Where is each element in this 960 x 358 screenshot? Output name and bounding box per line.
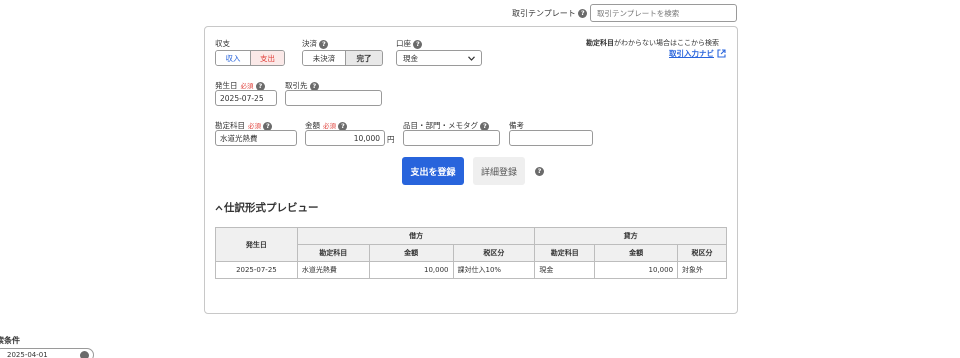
settlement-label: 決済 bbox=[302, 39, 317, 48]
cell-credit-tax: 対象外 bbox=[677, 261, 727, 279]
hint-text: がわからない場合はここから検索 bbox=[614, 39, 719, 47]
account-item-input[interactable]: 水道光熱費 bbox=[215, 130, 297, 146]
header-date: 発生日 bbox=[215, 227, 298, 262]
header-credit-account: 勘定科目 bbox=[534, 244, 596, 262]
amount-input[interactable]: 10,000 bbox=[305, 130, 385, 146]
account-label-group: 口座 ? bbox=[396, 38, 423, 49]
navi-link-group: 取引入力ナビ bbox=[669, 48, 726, 59]
expense-option[interactable]: 支出 bbox=[249, 51, 284, 65]
close-icon[interactable] bbox=[80, 351, 89, 358]
chevron-up-icon bbox=[215, 205, 223, 211]
account-label: 口座 bbox=[396, 39, 411, 48]
header-debit: 借方 bbox=[296, 227, 536, 245]
navi-link[interactable]: 取引入力ナビ bbox=[669, 49, 714, 58]
memo-input[interactable] bbox=[509, 130, 593, 146]
header-debit-tax: 税区分 bbox=[452, 244, 536, 262]
detail-register-button[interactable]: 詳細登録 bbox=[473, 157, 525, 185]
settlement-toggle: 未決済 完了 bbox=[302, 50, 383, 66]
header-credit: 貸方 bbox=[534, 227, 727, 245]
required-badge: 必須 bbox=[240, 82, 254, 90]
date-label: 発生日 bbox=[215, 81, 238, 90]
account-hint: 勘定科目がわからない場合はここから検索 bbox=[586, 38, 719, 48]
header-credit-tax: 税区分 bbox=[677, 244, 727, 262]
date-filter-chip[interactable]: 2025-04-01 bbox=[0, 348, 94, 358]
settlement-label-group: 決済 ? bbox=[302, 38, 329, 49]
search-conditions-title: 索条件 bbox=[0, 336, 20, 345]
header-credit-amount: 金額 bbox=[594, 244, 679, 262]
cell-debit-tax: 課対仕入10% bbox=[452, 261, 536, 279]
help-icon[interactable]: ? bbox=[535, 167, 544, 176]
register-expense-button[interactable]: 支出を登録 bbox=[402, 157, 464, 185]
unsettled-option[interactable]: 未決済 bbox=[303, 51, 345, 65]
tags-input[interactable] bbox=[403, 130, 500, 146]
template-search-input[interactable] bbox=[590, 4, 737, 22]
table-row: 2025-07-25 水道光熱費 10,000 課対仕入10% 現金 10,00… bbox=[215, 261, 727, 279]
dropdown-caret-icon bbox=[468, 55, 475, 61]
journal-preview-table: 発生日 借方 貸方 勘定科目 金額 税区分 勘定科目 金額 税区分 2025-0… bbox=[215, 227, 727, 279]
preview-title: 仕訳形式プレビュー bbox=[224, 202, 319, 214]
income-option[interactable]: 収入 bbox=[216, 51, 250, 65]
account-item-label: 勘定科目 bbox=[215, 121, 245, 130]
help-icon[interactable]: ? bbox=[413, 39, 423, 49]
income-expense-toggle: 収入 支出 bbox=[215, 50, 285, 66]
template-label-group: 取引テンプレート ? bbox=[512, 8, 588, 19]
partner-input[interactable] bbox=[285, 90, 382, 106]
account-select-value: 現金 bbox=[403, 53, 418, 63]
amount-unit: 円 bbox=[387, 135, 395, 144]
required-badge: 必須 bbox=[248, 122, 261, 130]
income-expense-label: 収支 bbox=[215, 39, 230, 48]
tags-label: 品目・部門・メモタグ bbox=[403, 121, 478, 130]
cell-credit-account: 現金 bbox=[534, 261, 596, 279]
cell-credit-amount: 10,000 bbox=[594, 261, 679, 279]
amount-label: 金額 bbox=[305, 121, 320, 130]
help-icon[interactable]: ? bbox=[319, 39, 329, 49]
partner-label: 取引先 bbox=[285, 81, 308, 90]
help-icon[interactable]: ? bbox=[578, 9, 588, 18]
required-badge: 必須 bbox=[323, 122, 336, 130]
settled-option[interactable]: 完了 bbox=[344, 51, 382, 65]
cell-debit-amount: 10,000 bbox=[368, 261, 454, 279]
hint-prefix: 勘定科目 bbox=[586, 39, 614, 47]
account-select[interactable]: 現金 bbox=[396, 50, 482, 66]
date-filter-value: 2025-04-01 bbox=[7, 351, 48, 358]
cell-debit-account: 水道光熱費 bbox=[296, 261, 370, 279]
external-link-icon[interactable] bbox=[716, 49, 726, 58]
preview-toggle[interactable]: 仕訳形式プレビュー bbox=[215, 200, 319, 215]
cell-date: 2025-07-25 bbox=[215, 261, 298, 279]
header-debit-account: 勘定科目 bbox=[296, 244, 370, 262]
template-label: 取引テンプレート bbox=[512, 9, 576, 18]
header-debit-amount: 金額 bbox=[368, 244, 454, 262]
date-input[interactable]: 2025-07-25 bbox=[215, 90, 277, 106]
